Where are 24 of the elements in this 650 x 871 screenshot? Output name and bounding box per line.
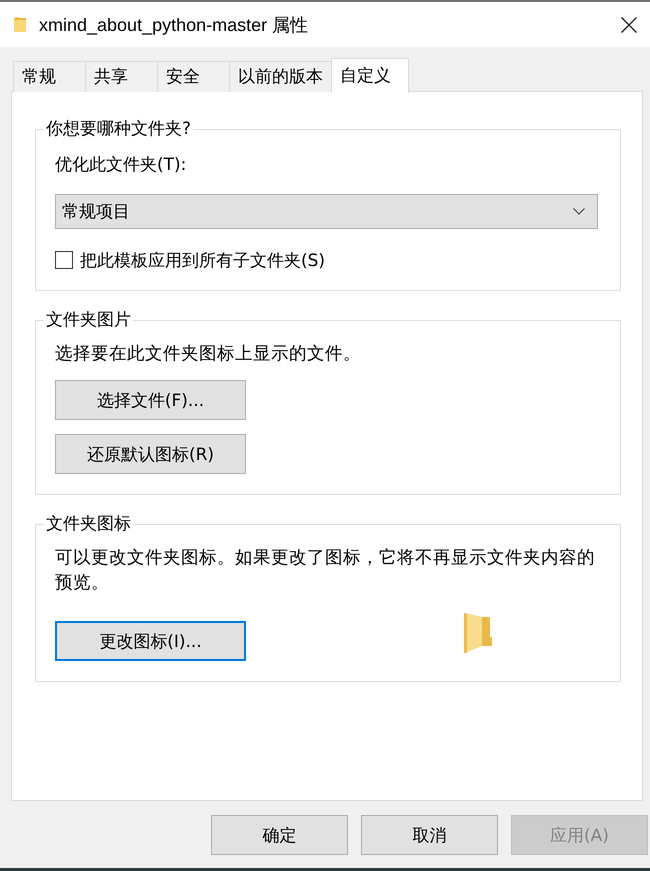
- tab[interactable]: 以前的版本: [229, 61, 331, 92]
- description-text: 选择要在此文件夹图标上显示的文件。: [55, 343, 361, 366]
- change-icon-button[interactable]: 更改图标(I)...: [55, 621, 246, 661]
- cancel-button[interactable]: 取消: [361, 815, 498, 855]
- group-title: 文件夹图片: [45, 309, 132, 331]
- field-label: 优化此文件夹(T):: [55, 154, 186, 176]
- close-icon: [621, 16, 637, 32]
- description-text: 可以更改文件夹图标。如果更改了图标，它将不再显示文件夹内容的预览。: [55, 547, 596, 595]
- checkbox[interactable]: [55, 251, 73, 269]
- tab[interactable]: 共享: [85, 61, 157, 92]
- window-title: xmind_about_python-master 属性: [39, 14, 308, 36]
- folder-icon: [464, 613, 492, 653]
- folder-icon: [14, 17, 26, 32]
- chevron-down-icon: [573, 208, 585, 215]
- ok-button[interactable]: 确定: [211, 815, 348, 855]
- tab[interactable]: 常规: [13, 61, 85, 92]
- tab[interactable]: 自定义: [331, 58, 409, 93]
- group-title: 文件夹图标: [45, 513, 132, 535]
- folder-type-dropdown[interactable]: 常规项目: [55, 194, 598, 229]
- restore-default-button[interactable]: 还原默认图标(R): [55, 434, 246, 474]
- choose-file-button[interactable]: 选择文件(F)...: [55, 380, 246, 420]
- checkbox-label[interactable]: 把此模板应用到所有子文件夹(S): [80, 248, 326, 272]
- group-title: 你想要哪种文件夹?: [45, 118, 192, 140]
- tab[interactable]: 安全: [157, 61, 229, 92]
